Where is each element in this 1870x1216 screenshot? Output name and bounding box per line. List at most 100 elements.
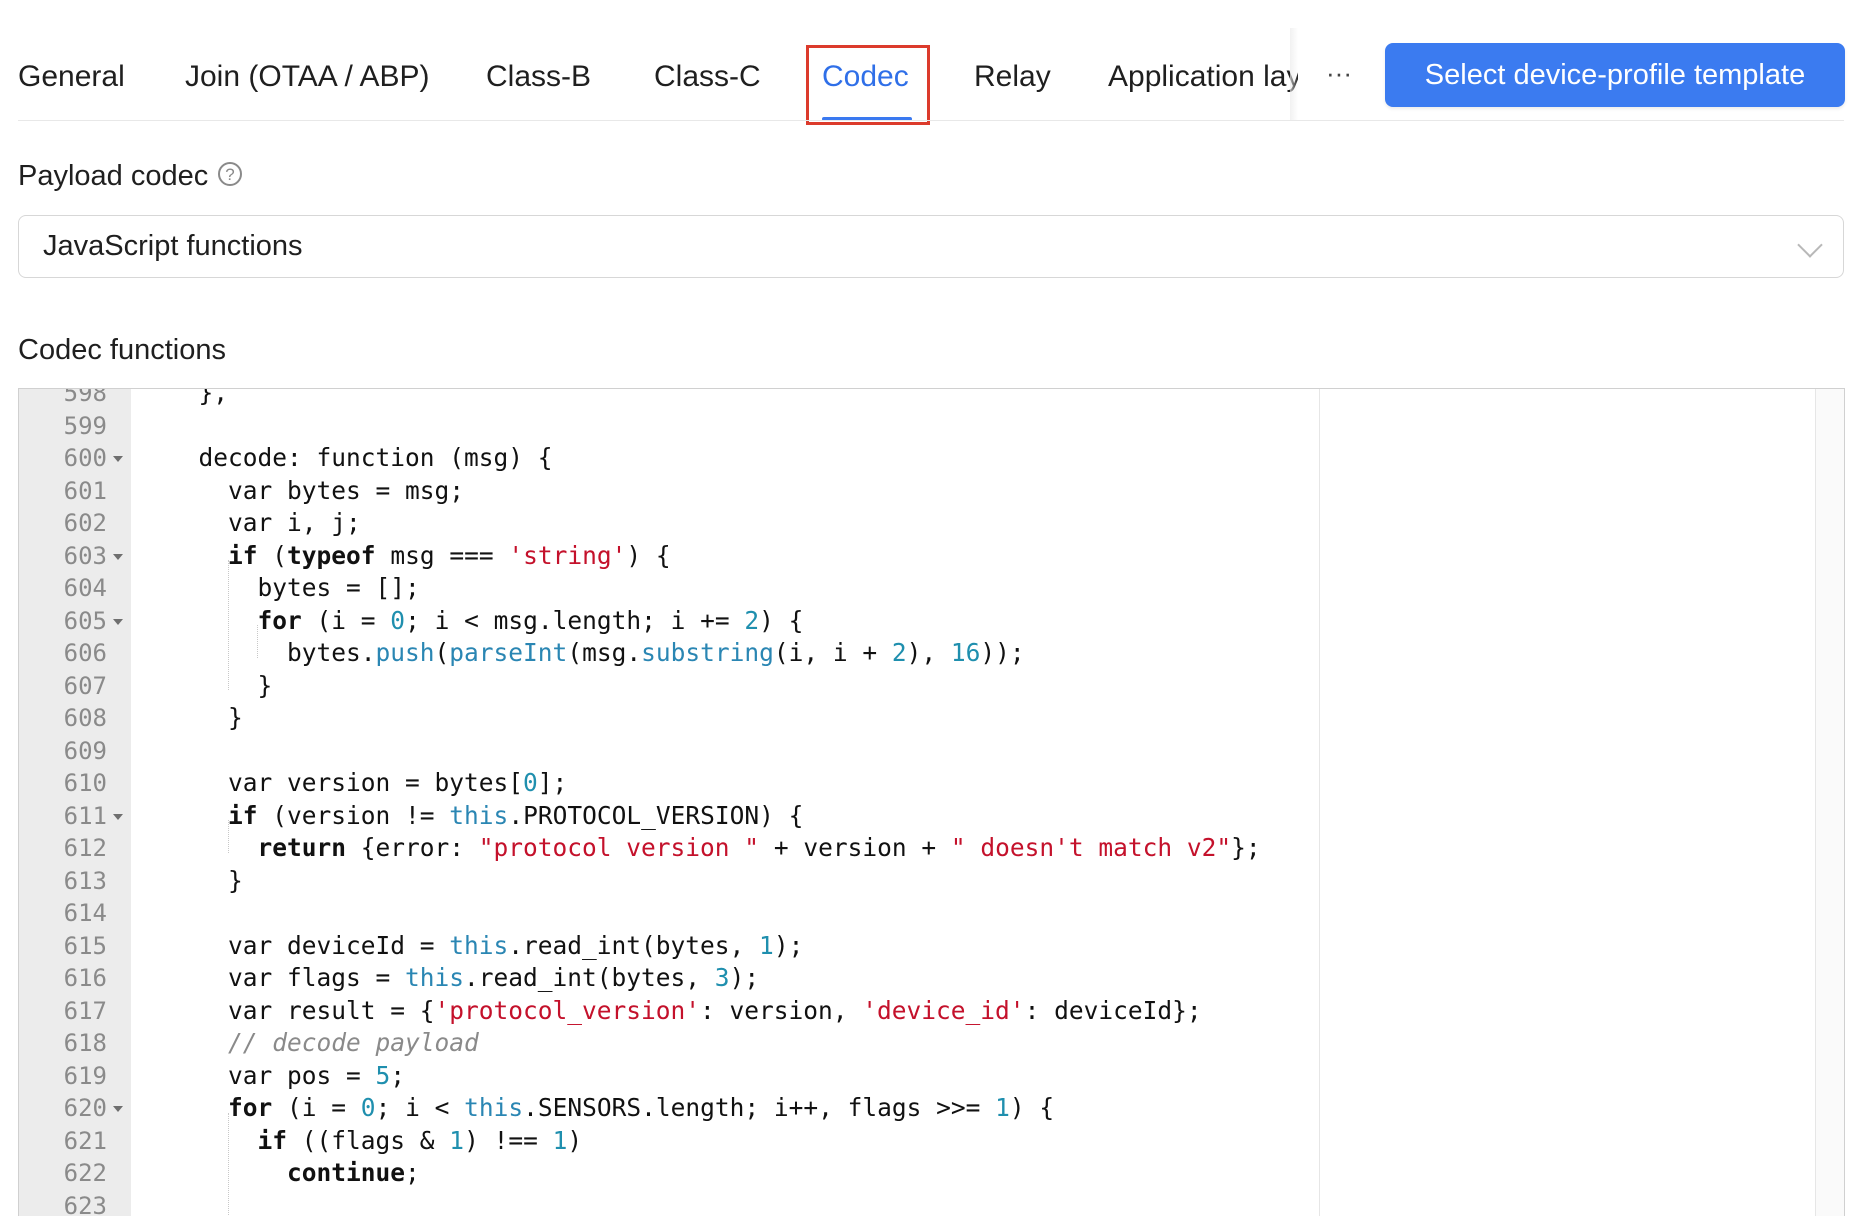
code-line: 610 var version = bytes[0]; (19, 767, 1844, 800)
line-number: 617 (63, 996, 107, 1025)
tab-overflow-fade (1290, 28, 1298, 120)
fold-arrow-icon[interactable] (113, 553, 123, 560)
fold-arrow-icon[interactable] (113, 813, 123, 820)
line-number: 611 (63, 801, 107, 830)
tab-class-b[interactable]: Class-B (486, 54, 591, 100)
payload-codec-value: JavaScript functions (43, 230, 303, 262)
code-line: 611 if (version != this.PROTOCOL_VERSION… (19, 800, 1844, 833)
code-text: decode: function (msg) { (169, 443, 553, 472)
code-text: } (169, 865, 243, 895)
code-line: 604 bytes = []; (19, 572, 1844, 605)
line-number: 605 (63, 606, 107, 635)
tab-bar: General Join (OTAA / ABP) Class-B Class-… (0, 0, 1870, 125)
fold-arrow-icon[interactable] (113, 1106, 123, 1112)
line-number: 602 (63, 509, 107, 537)
code-line: 615 var deviceId = this.read_int(bytes, … (19, 930, 1844, 963)
code-text: var i, j; (169, 508, 361, 537)
line-number: 612 (63, 834, 107, 862)
line-number: 610 (63, 769, 107, 797)
code-line: 608 } (19, 702, 1844, 735)
code-line: 598 }, (19, 388, 1844, 410)
code-text: return {error: "protocol version " + ver… (257, 833, 1261, 862)
tab-join[interactable]: Join (OTAA / ABP) (185, 54, 430, 100)
line-number: 606 (63, 639, 107, 667)
line-number: 614 (63, 899, 107, 927)
line-number: 620 (63, 1094, 107, 1122)
codec-functions-label: Codec functions (18, 334, 226, 366)
code-text: var bytes = msg; (169, 475, 465, 505)
select-template-button[interactable]: Select device-profile template (1385, 43, 1845, 107)
tab-divider (18, 120, 1844, 121)
tab-relay[interactable]: Relay (974, 54, 1051, 100)
code-text: if (version != this.PROTOCOL_VERSION) { (228, 800, 804, 830)
tab-general[interactable]: General (18, 54, 125, 100)
fold-arrow-icon[interactable] (113, 456, 123, 462)
code-text: } (169, 670, 273, 700)
indent-guide (227, 820, 230, 853)
code-line: 621 if ((flags & 1) !== 1) (19, 1125, 1844, 1158)
code-text: if (typeof msg === 'string') { (228, 540, 671, 570)
code-line: 607 } (19, 670, 1844, 703)
code-text: var deviceId = this.read_int(bytes, 1); (169, 930, 804, 960)
code-text: for (i = 0; i < this.SENSORS.length; i++… (228, 1093, 1055, 1122)
code-line: 601 var bytes = msg; (19, 475, 1844, 508)
line-number: 607 (63, 671, 107, 700)
line-number: 609 (63, 736, 107, 765)
code-line: 616 var flags = this.read_int(bytes, 3); (19, 962, 1844, 995)
code-text: } (169, 703, 243, 732)
code-text: }, (169, 388, 229, 407)
tab-highlight-box (806, 45, 930, 125)
payload-codec-label: Payload codec (18, 160, 209, 192)
chevron-down-icon (1797, 232, 1823, 258)
code-line: 617 var result = {'protocol_version': ve… (19, 995, 1844, 1028)
line-number: 622 (63, 1159, 107, 1187)
code-text: // decode payload (228, 1028, 479, 1057)
tab-class-c[interactable]: Class-C (654, 54, 761, 100)
code-text: var version = bytes[0]; (169, 768, 568, 797)
line-number: 623 (63, 1191, 107, 1216)
line-number: 603 (63, 541, 107, 570)
line-number: 600 (63, 444, 107, 472)
line-number: 615 (63, 931, 107, 960)
code-line: 614 (19, 897, 1844, 930)
code-text: bytes = []; (169, 573, 420, 602)
code-line: 600 decode: function (msg) { (19, 442, 1844, 475)
line-number: 621 (63, 1126, 107, 1155)
line-number: 619 (63, 1061, 107, 1090)
code-line: 605 for (i = 0; i < msg.length; i += 2) … (19, 605, 1844, 638)
code-line: 599 (19, 410, 1844, 443)
code-text: if ((flags & 1) !== 1) (257, 1125, 583, 1155)
code-line: 612 return {error: "protocol version " +… (19, 832, 1844, 865)
code-text: var result = {'protocol_version': versio… (169, 995, 1202, 1025)
line-number: 608 (63, 704, 107, 732)
code-line: 602 var i, j; (19, 507, 1844, 540)
code-text: continue; (287, 1158, 420, 1187)
code-line: 618 // decode payload (19, 1027, 1844, 1060)
line-number: 604 (63, 574, 107, 602)
line-number: 618 (63, 1029, 107, 1057)
indent-guide (227, 1112, 230, 1216)
code-line: 603 if (typeof msg === 'string') { (19, 540, 1844, 573)
indent-guide (227, 560, 230, 690)
code-line: 623 (19, 1190, 1844, 1216)
line-number: 613 (63, 866, 107, 895)
indent-guide (257, 625, 259, 658)
more-tabs-icon[interactable]: ··· (1324, 58, 1354, 94)
code-text: for (i = 0; i < msg.length; i += 2) { (257, 605, 804, 635)
code-line: 609 (19, 735, 1844, 768)
code-lines: 598 }, 599 600 decode: function (msg) {601… (19, 388, 1844, 1216)
code-line: 622 continue; (19, 1157, 1844, 1190)
code-editor[interactable]: 598 }, 599 600 decode: function (msg) {601… (18, 388, 1845, 1216)
code-line: 620 for (i = 0; i < this.SENSORS.length;… (19, 1092, 1844, 1125)
code-line: 606 bytes.push(parseInt(msg.substring(i,… (19, 637, 1844, 670)
code-text: var pos = 5; (169, 1060, 406, 1090)
fold-arrow-icon[interactable] (113, 618, 123, 625)
line-number: 598 (63, 388, 107, 407)
line-number: 601 (63, 476, 107, 505)
tab-application-layer[interactable]: Application lay (1108, 54, 1298, 100)
code-line: 613 } (19, 865, 1844, 898)
payload-codec-select[interactable]: JavaScript functions (18, 215, 1844, 278)
line-number: 599 (63, 411, 107, 440)
help-icon[interactable]: ? (218, 162, 242, 186)
code-text: var flags = this.read_int(bytes, 3); (169, 963, 760, 992)
